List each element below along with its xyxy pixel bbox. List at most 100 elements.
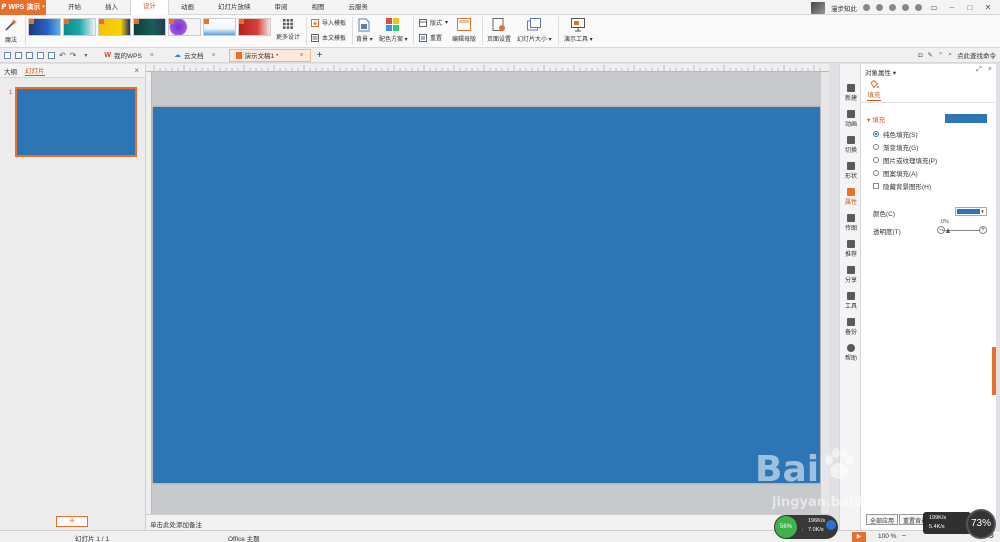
dock-icon[interactable]: ⤢ <box>976 66 982 74</box>
add-tab-icon[interactable]: + <box>317 50 323 61</box>
close-tab-icon[interactable]: × <box>299 52 303 59</box>
search-icon[interactable]: ⌕ <box>948 51 952 59</box>
magic-button[interactable]: 魔法 <box>4 18 18 44</box>
increase-icon[interactable]: + <box>979 226 987 234</box>
skin-icon[interactable] <box>876 4 883 11</box>
import-template-button[interactable]: 导入模板 <box>311 18 346 27</box>
side-item-share[interactable]: 分享 <box>840 266 862 284</box>
page-setup-button[interactable]: 页面设置 <box>487 18 511 43</box>
side-item-new[interactable]: 新建 <box>840 84 862 102</box>
print-preview-icon[interactable] <box>48 51 55 59</box>
menu-tab-animation[interactable]: 动画 <box>169 0 206 15</box>
radio-button[interactable] <box>873 131 879 137</box>
side-item-shape[interactable]: 形状 <box>840 162 862 180</box>
doc-tab-cloud-docs[interactable]: ☁ 云文档 × <box>167 49 223 62</box>
this-template-button[interactable]: 本文模板 <box>311 33 346 42</box>
add-slide-button[interactable]: + <box>56 516 88 527</box>
pin-icon[interactable]: ✎ <box>927 51 932 59</box>
zoom-level[interactable]: 100 % <box>878 533 896 540</box>
more-design-button[interactable]: 更多设计 <box>276 19 300 41</box>
fill-section-header[interactable]: ▾ 填充 <box>867 114 885 124</box>
reset-button[interactable]: 重置 <box>419 33 442 42</box>
help-icon[interactable] <box>902 4 909 11</box>
design-template-3[interactable] <box>98 18 131 36</box>
play-icon[interactable]: ▶ <box>852 532 866 542</box>
transparency-slider[interactable]: 0% – + <box>937 219 987 234</box>
side-item-animation[interactable]: 动画 <box>840 110 862 128</box>
skin-icon[interactable]: ◘ <box>919 52 923 59</box>
close-icon[interactable]: × <box>988 66 992 74</box>
slide-size-button[interactable]: 幻灯片大小 ▾ <box>517 18 552 43</box>
option-picture-fill[interactable]: 图片或纹理填充(P) <box>873 155 937 165</box>
user-name[interactable]: 漫步知此 <box>831 3 857 13</box>
design-template-7[interactable] <box>238 18 271 36</box>
tab-outline[interactable]: 大纲 <box>4 66 17 76</box>
network-monitor-widget[interactable]: 56% ↑ 196K/s ↓ 7.0K/s <box>774 515 838 539</box>
color-dropdown[interactable]: ▾ <box>955 207 987 216</box>
edit-master-button[interactable]: 编辑母版 <box>452 18 476 43</box>
side-item-recommend[interactable]: 推荐 <box>840 240 862 258</box>
design-template-2[interactable] <box>63 18 96 36</box>
doc-tab-presentation1[interactable]: 演示文稿1 * × <box>228 48 311 62</box>
undo-icon[interactable]: ↶ <box>59 51 66 60</box>
print-icon[interactable] <box>37 51 44 59</box>
restore-icon[interactable]: ▭ <box>928 3 940 12</box>
menu-tab-start[interactable]: 开始 <box>56 0 93 15</box>
side-item-transition[interactable]: 切换 <box>840 136 862 154</box>
minimize-icon[interactable]: – <box>946 3 958 12</box>
side-item-help[interactable]: 帮助 <box>840 344 862 362</box>
color-scheme-button[interactable]: 配色方案 ▾ <box>379 18 408 43</box>
redo-icon[interactable]: ↷ <box>70 51 77 60</box>
open-folder-icon[interactable] <box>4 51 11 59</box>
close-panel-icon[interactable]: × <box>134 66 139 75</box>
collapse-ribbon-icon[interactable]: ⌃ <box>938 51 943 59</box>
radio-button[interactable] <box>873 144 879 150</box>
menu-tab-view[interactable]: 视图 <box>300 0 337 15</box>
menu-tab-insert[interactable]: 插入 <box>93 0 130 15</box>
avatar[interactable] <box>811 1 825 14</box>
design-template-4[interactable] <box>133 18 166 36</box>
chevron-down-icon[interactable]: ▾ <box>893 70 896 77</box>
layout-button[interactable]: 版式 ▾ <box>419 18 448 27</box>
maximize-icon[interactable]: □ <box>964 3 976 12</box>
radio-button[interactable] <box>873 170 879 176</box>
bell-icon[interactable] <box>915 4 922 11</box>
option-gradient-fill[interactable]: 渐变填充(G) <box>873 142 918 152</box>
notes-area[interactable]: 单击此处添加备注 <box>146 514 829 530</box>
clock-icon[interactable] <box>863 4 870 11</box>
panel-edge-tab[interactable] <box>992 347 996 395</box>
option-hide-background[interactable]: 隐藏背景图形(H) <box>873 181 931 191</box>
checkbox[interactable] <box>873 183 879 189</box>
save-icon[interactable] <box>15 51 22 59</box>
design-template-5[interactable] <box>168 18 201 36</box>
close-icon[interactable]: ✕ <box>982 3 994 12</box>
command-search[interactable]: 点此查找命令 <box>957 50 996 60</box>
menu-tab-review[interactable]: 审阅 <box>263 0 300 15</box>
side-item-tools[interactable]: 工具 <box>840 292 862 310</box>
customize-quickaccess-icon[interactable]: ▾ <box>84 52 87 59</box>
tab-fill[interactable]: 填充 <box>867 80 881 101</box>
apply-all-button[interactable]: 全部应用 <box>866 514 899 525</box>
side-item-properties[interactable]: 属性 <box>840 188 862 206</box>
option-pattern-fill[interactable]: 图案填充(A) <box>873 168 918 178</box>
doc-tab-my-wps[interactable]: W 我的WPS × <box>97 49 161 62</box>
present-tools-button[interactable]: 演示工具 ▾ <box>564 18 593 43</box>
gear-icon[interactable] <box>889 4 896 11</box>
background-button[interactable]: 背景 ▾ <box>356 18 373 43</box>
design-template-6[interactable] <box>203 18 236 36</box>
side-item-upload-image[interactable]: 传图 <box>840 214 862 232</box>
wps-app-button[interactable]: ᑭ WPS 演示 ▾ <box>0 0 46 15</box>
radio-button[interactable] <box>873 157 879 163</box>
option-solid-fill[interactable]: 纯色填充(S) <box>873 129 918 139</box>
slide-thumbnail[interactable] <box>15 87 137 157</box>
design-template-1[interactable] <box>28 18 61 36</box>
panel-title[interactable]: 对象属性 <box>865 70 891 77</box>
zoom-out-icon[interactable]: – <box>902 532 906 539</box>
menu-tab-slideshow[interactable]: 幻灯片放映 <box>206 0 263 15</box>
slide-canvas[interactable] <box>153 107 820 483</box>
tab-slides[interactable]: 幻灯片 <box>25 65 45 76</box>
slider-thumb[interactable] <box>946 228 950 233</box>
save-as-icon[interactable] <box>26 51 33 59</box>
side-item-backup[interactable]: 备份 <box>840 318 862 336</box>
close-tab-icon[interactable]: × <box>150 52 154 59</box>
